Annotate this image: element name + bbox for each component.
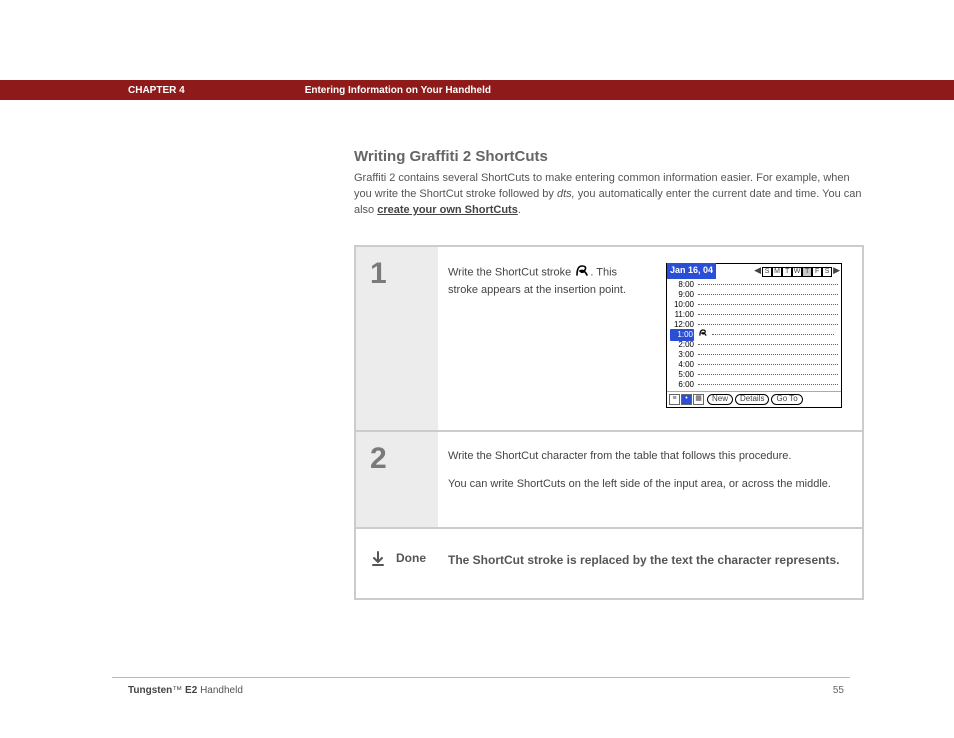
hour-line: [712, 334, 834, 335]
intro-em: dts,: [557, 188, 575, 200]
shot-header: Jan 16, 04 ◀ SMTWTFS ▶: [667, 264, 841, 278]
hour-row: 12:00: [670, 320, 838, 330]
footer-tm: ™: [172, 685, 182, 696]
page-number: 55: [833, 685, 844, 696]
hour-line: [698, 364, 838, 365]
s1-a: Write the ShortCut stroke: [448, 266, 574, 278]
hour-line: [698, 304, 838, 305]
hour-line: [698, 324, 838, 325]
footer-text: Tungsten™ E2 Handheld: [128, 685, 243, 696]
hour-row: 11:00: [670, 310, 838, 320]
shortcut-stroke-icon: [698, 328, 708, 341]
hour-row: 1:00: [670, 330, 838, 340]
header-band: CHAPTER 4 Entering Information on Your H…: [0, 80, 954, 100]
prev-arrow-icon: ◀: [753, 266, 762, 275]
shot-button: Details: [735, 394, 769, 405]
done-text: The ShortCut stroke is replaced by the t…: [442, 551, 846, 572]
s2-line1: Write the ShortCut character from the ta…: [448, 448, 846, 465]
day-cell: F: [812, 267, 822, 277]
shot-day-picker: ◀ SMTWTFS ▶: [716, 265, 841, 277]
create-shortcuts-link[interactable]: create your own ShortCuts: [377, 204, 518, 216]
day-cell: T: [782, 267, 792, 277]
s2-line2: You can write ShortCuts on the left side…: [448, 476, 846, 493]
hour-line: [698, 314, 838, 315]
day-cell: T: [802, 267, 812, 277]
steps-container: 1 Write the ShortCut stroke . This strok…: [354, 245, 864, 600]
shot-toolbar: ≡ • ▦ NewDetailsGo To: [667, 391, 841, 407]
step-2-text: Write the ShortCut character from the ta…: [448, 448, 846, 505]
day-cell: M: [772, 267, 782, 277]
step-2: 2 Write the ShortCut character from the …: [356, 432, 862, 529]
palm-screenshot: Jan 16, 04 ◀ SMTWTFS ▶ 8:009:0010:0011:0…: [666, 263, 842, 408]
section-title: Writing Graffiti 2 ShortCuts: [354, 148, 864, 165]
hour-row: 10:00: [670, 300, 838, 310]
footer-product-b: E2: [182, 685, 200, 696]
step-1-number: 1: [356, 247, 438, 430]
day-cell: S: [762, 267, 772, 277]
done-label: Done: [392, 551, 442, 572]
done-arrow-icon: [370, 551, 392, 572]
day-cell: W: [792, 267, 802, 277]
next-arrow-icon: ▶: [832, 266, 841, 275]
section-intro: Graffiti 2 contains several ShortCuts to…: [354, 171, 864, 219]
hour-row: 2:00: [670, 340, 838, 350]
step-1-text: Write the ShortCut stroke . This stroke …: [448, 263, 648, 408]
footer-suffix: Handheld: [200, 685, 243, 696]
step-1-body: Write the ShortCut stroke . This stroke …: [438, 247, 862, 430]
hour-row: 6:00: [670, 380, 838, 390]
hour-line: [698, 374, 838, 375]
day-cell: S: [822, 267, 832, 277]
chapter-label: CHAPTER 4: [128, 85, 185, 96]
hour-line: [698, 354, 838, 355]
shot-button: Go To: [771, 394, 802, 405]
hour-line: [698, 284, 838, 285]
day-view-icon: •: [681, 394, 692, 405]
hour-line: [698, 294, 838, 295]
week-view-icon: ▦: [693, 394, 704, 405]
hour-line: [698, 384, 838, 385]
hour-row: 4:00: [670, 360, 838, 370]
footer-rule: [112, 677, 850, 678]
hour-row: 8:00: [670, 280, 838, 290]
shot-date: Jan 16, 04: [667, 263, 716, 279]
chapter-title: Entering Information on Your Handheld: [305, 85, 491, 96]
hour-label: 6:00: [670, 379, 694, 391]
hour-line: [698, 344, 838, 345]
main-content: Writing Graffiti 2 ShortCuts Graffiti 2 …: [354, 148, 864, 600]
intro-text-c: .: [518, 204, 521, 216]
step-2-body: Write the ShortCut character from the ta…: [438, 432, 862, 527]
hour-row: 3:00: [670, 350, 838, 360]
shortcut-stroke-icon: [574, 263, 590, 283]
hour-row: 9:00: [670, 290, 838, 300]
shot-hours: 8:009:0010:0011:0012:001:002:003:004:005…: [667, 278, 841, 391]
hour-row: 5:00: [670, 370, 838, 380]
done-row: Done The ShortCut stroke is replaced by …: [356, 529, 862, 598]
shot-button: New: [707, 394, 733, 405]
list-view-icon: ≡: [669, 394, 680, 405]
step-1: 1 Write the ShortCut stroke . This strok…: [356, 247, 862, 432]
step-2-number: 2: [356, 432, 438, 527]
footer-product-a: Tungsten: [128, 685, 172, 696]
